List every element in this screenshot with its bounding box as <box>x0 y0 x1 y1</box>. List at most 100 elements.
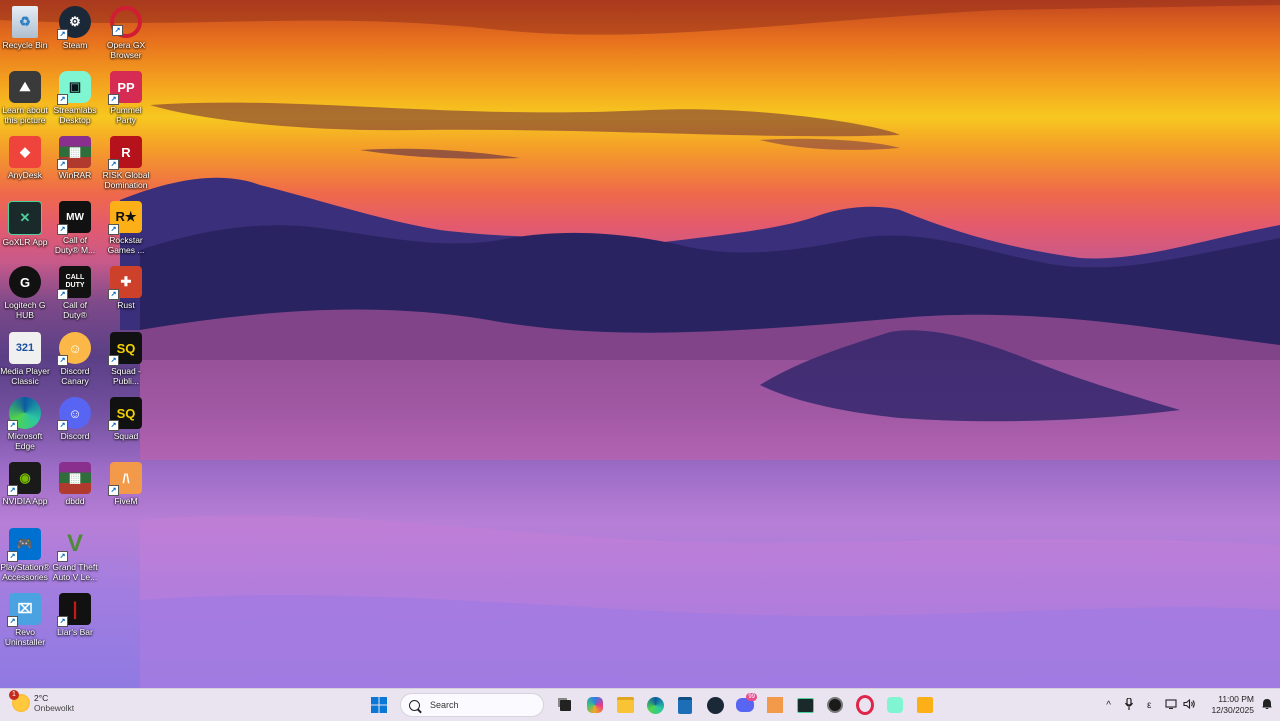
desktop-icon-revo[interactable]: ⌧ ↗ Revo Uninstaller <box>0 593 50 647</box>
gta-v-icon: V ↗ <box>57 528 91 562</box>
store-icon <box>678 696 692 714</box>
taskbar-opera-gx[interactable] <box>853 693 877 717</box>
clock[interactable]: 11:00 PM 12/30/2025 <box>1211 694 1254 716</box>
desktop-icon-squad[interactable]: SQ ↗ Squad <box>101 397 151 441</box>
desktop-icon-label: WinRAR <box>58 170 92 180</box>
taskbar-streamlabs[interactable] <box>883 693 907 717</box>
desktop-icon-risk[interactable]: R ↗ RISK Global Domination <box>101 136 151 190</box>
file-explorer-icon <box>616 697 634 713</box>
discord-canary-icon: ☺ ↗ <box>57 332 91 366</box>
desktop-icon-mw3[interactable]: MW ↗ Call of Duty® M... <box>50 201 100 255</box>
desktop-icon-label: Discord Canary <box>60 366 90 386</box>
weather-widget[interactable]: 1 2°C Onbewolkt <box>9 690 74 713</box>
desktop-icon-call-of-duty[interactable]: CALL DUTY ↗ Call of Duty® <box>50 266 100 320</box>
taskbar-fivem[interactable] <box>763 693 787 717</box>
desktop-icon-label: FiveM <box>114 496 138 506</box>
playstation-icon: 🎮 ↗ <box>7 528 41 562</box>
start-button[interactable] <box>367 693 391 717</box>
desktop-icon-nvidia[interactable]: ◉ ↗ NVIDIA App <box>0 462 50 506</box>
desktop-icon-label: Squad <box>113 431 139 441</box>
desktop-icon-media-player-classic[interactable]: 321 Media Player Classic <box>0 332 50 386</box>
taskbar-goxlr[interactable] <box>793 693 817 717</box>
desktop-icon-label: Learn about this picture <box>2 105 48 125</box>
desktop-icon-gta-v[interactable]: V ↗ Grand Theft Auto V Le... <box>50 528 100 582</box>
desktop-icon-label: PlayStation® Accessories <box>0 562 50 582</box>
desktop-icon-squad-public[interactable]: SQ ↗ Squad - Publi... <box>101 332 151 386</box>
desktop-icon-label: Rockstar Games ... <box>107 235 145 255</box>
desktop-icon-fivem[interactable]: /\ ↗ FiveM <box>101 462 151 506</box>
anydesk-icon: ◆ <box>9 136 41 168</box>
desktop-icon-label: AnyDesk <box>7 170 42 180</box>
fivem-icon: /\ ↗ <box>108 462 142 496</box>
discord-unread-badge: 99 <box>746 693 757 701</box>
task-view-button[interactable] <box>553 693 577 717</box>
desktop-icon-label: Recycle Bin <box>2 40 48 50</box>
media-player-classic-icon: 321 <box>9 332 41 364</box>
taskbar-edge[interactable] <box>643 693 667 717</box>
desktop-icon-opera-gx[interactable]: ↗ Opera GX Browser <box>101 6 151 60</box>
streamlabs-icon: ▣ ↗ <box>57 71 91 105</box>
volume-icon[interactable] <box>1183 698 1196 712</box>
desktop-icon-steam[interactable]: ⚙ ↗ Steam <box>50 6 100 50</box>
desktop-icon-label: Microsoft Edge <box>7 431 43 451</box>
desktop-icon-label: Streamlabs Desktop <box>53 105 97 125</box>
discord-icon: ☺ ↗ <box>57 397 91 431</box>
edge-icon <box>646 696 664 714</box>
desktop-icon-dbdd[interactable]: ▦ dbdd <box>50 462 100 506</box>
weather-temp: 2°C <box>34 693 49 703</box>
desktop-icon-anydesk[interactable]: ◆ AnyDesk <box>0 136 50 180</box>
taskbar-discord[interactable]: 99 <box>733 693 757 717</box>
desktop-icon-rust[interactable]: ✚ ↗ Rust <box>101 266 151 310</box>
dbdd-icon: ▦ <box>59 462 91 494</box>
desktop-icon-winrar[interactable]: ▦ ↗ WinRAR <box>50 136 100 180</box>
task-view-icon <box>559 699 571 711</box>
risk-icon: R ↗ <box>108 136 142 170</box>
desktop-icon-rockstar[interactable]: R★ ↗ Rockstar Games ... <box>101 201 151 255</box>
rockstar-icon <box>917 697 933 713</box>
winrar-icon: ▦ ↗ <box>57 136 91 170</box>
desktop-icon-label: Opera GX Browser <box>106 40 146 60</box>
taskbar-store[interactable] <box>673 693 697 717</box>
desktop-icon-label: Rust <box>117 300 135 310</box>
network-icon[interactable] <box>1165 698 1178 712</box>
desktop-icon-label: Liar's Bar <box>57 627 93 637</box>
search-box[interactable]: Search <box>400 693 544 717</box>
copilot-icon <box>587 697 603 713</box>
clock-time: 11:00 PM <box>1218 694 1254 704</box>
desktop-icon-learn-picture[interactable]: ⛰ Learn about this picture <box>0 71 50 125</box>
opera-gx-icon: ↗ <box>110 6 142 38</box>
desktop-icon-label: Call of Duty® <box>62 300 88 320</box>
taskbar-app[interactable] <box>823 693 847 717</box>
desktop-icon-goxlr[interactable]: ✕ GoXLR App <box>0 201 50 247</box>
show-hidden-icons-chevron-icon[interactable]: ^ <box>1106 700 1111 711</box>
input-language-indicator[interactable]: ε <box>1147 700 1151 711</box>
desktop-icon-streamlabs[interactable]: ▣ ↗ Streamlabs Desktop <box>50 71 100 125</box>
desktop-icon-label: Steam <box>62 40 88 50</box>
desktop-wallpaper <box>0 0 1280 688</box>
desktop-icon-liars-bar[interactable]: | ↗ Liar's Bar <box>50 593 100 637</box>
desktop-icon-label: Revo Uninstaller <box>4 627 46 647</box>
desktop-icon-discord[interactable]: ☺ ↗ Discord <box>50 397 100 441</box>
desktop-icon-logitech[interactable]: G Logitech G HUB <box>0 266 50 320</box>
mw3-icon: MW ↗ <box>57 201 91 235</box>
desktop-icon-label: Logitech G HUB <box>4 300 46 320</box>
liars-bar-icon: | ↗ <box>57 593 91 627</box>
taskbar-steam[interactable] <box>703 693 727 717</box>
microphone-icon[interactable] <box>1124 696 1134 713</box>
taskbar-copilot[interactable] <box>583 693 607 717</box>
taskbar-rockstar[interactable] <box>913 693 937 717</box>
desktop-icon-discord-canary[interactable]: ☺ ↗ Discord Canary <box>50 332 100 386</box>
search-icon <box>409 699 420 711</box>
desktop-icon-edge[interactable]: ↗ Microsoft Edge <box>0 397 50 451</box>
taskbar-file-explorer[interactable] <box>613 693 637 717</box>
desktop-icon-pummel-party[interactable]: PP ↗ Pummel Party <box>101 71 151 125</box>
desktop-icon-label: Squad - Publi... <box>111 366 141 386</box>
notification-bell-icon[interactable] <box>1262 698 1272 713</box>
taskbar: 1 2°C Onbewolkt Search 99 ^ ε 11:00 PM 1… <box>0 688 1280 721</box>
desktop-icon-playstation[interactable]: 🎮 ↗ PlayStation® Accessories <box>0 528 50 582</box>
steam-icon <box>706 696 724 714</box>
learn-picture-icon: ⛰ <box>9 71 41 103</box>
system-tray: ^ ε 11:00 PM 12/30/2025 <box>1099 693 1280 717</box>
desktop-icon-label: GoXLR App <box>2 237 48 247</box>
desktop-icon-recycle-bin[interactable]: ♻ Recycle Bin <box>0 6 50 50</box>
